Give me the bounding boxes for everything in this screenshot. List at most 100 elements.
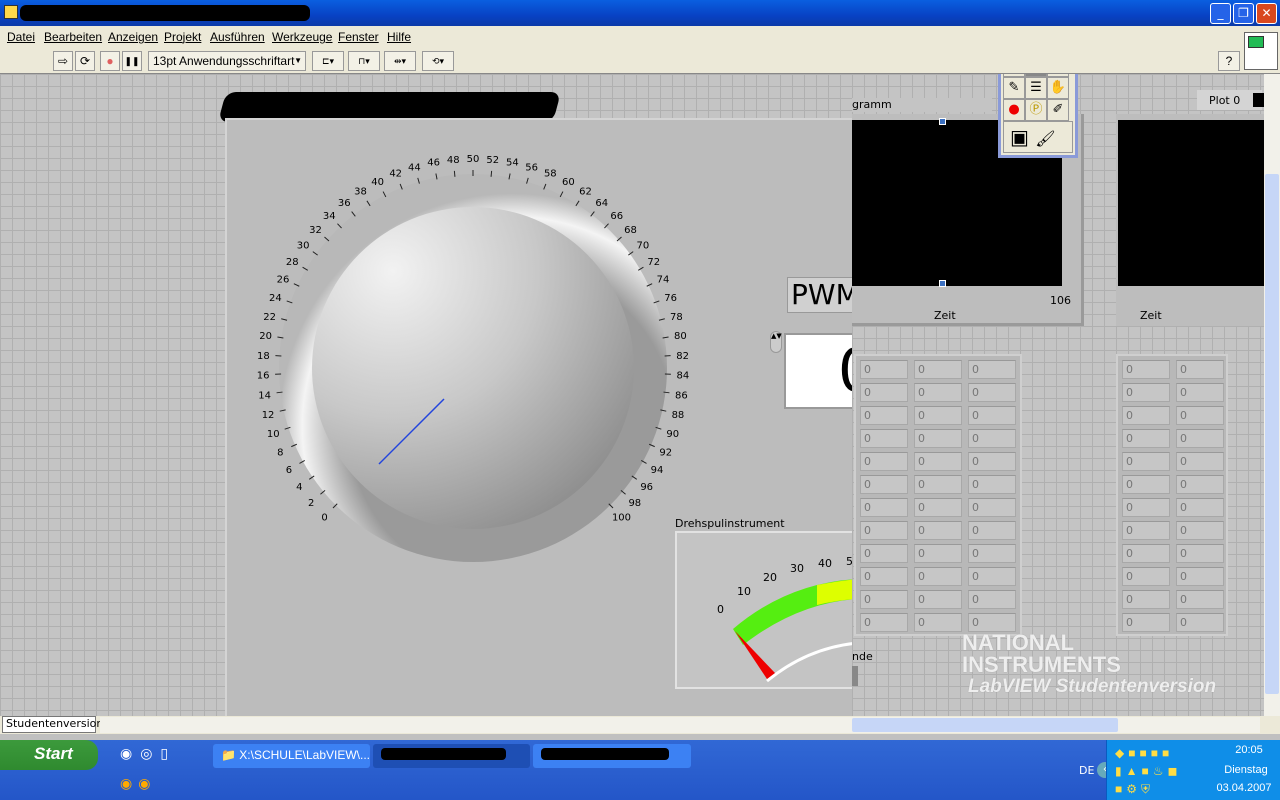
context-help-button[interactable]: ? (1218, 51, 1240, 71)
array-cell[interactable]: 0 (1122, 429, 1170, 448)
array-cell[interactable]: 0 (1122, 498, 1170, 517)
horizontal-scrollbar[interactable] (100, 717, 1260, 733)
quick-launch-row2[interactable]: ◉◉ (120, 776, 156, 792)
set-color-tool[interactable]: ▣ 🖌 (1003, 121, 1073, 153)
array-cell[interactable]: 0 (1122, 521, 1170, 540)
array-cell[interactable]: 0 (1176, 406, 1224, 425)
plot-legend[interactable]: Plot 0 (1197, 90, 1264, 110)
array-cell[interactable]: 0 (968, 498, 1016, 517)
array-cell[interactable]: 0 (860, 613, 908, 632)
array-cell[interactable]: 0 (914, 521, 962, 540)
abort-button[interactable]: ● (100, 51, 120, 71)
restore-button[interactable]: ❐ (1233, 3, 1254, 24)
array-cell[interactable]: 0 (914, 406, 962, 425)
horizontal-scroll-thumb[interactable] (852, 718, 1118, 732)
array-cell[interactable]: 0 (968, 452, 1016, 471)
distribute-objects-button[interactable]: ⊓▾ (348, 51, 380, 71)
menu-datei[interactable]: Datei (7, 30, 35, 44)
array-cell[interactable]: 0 (860, 383, 908, 402)
array-cell[interactable]: 0 (914, 613, 962, 632)
menu-projekt[interactable]: Projekt (164, 30, 201, 44)
array-cell[interactable]: 0 (968, 429, 1016, 448)
array-cell[interactable]: 0 (914, 544, 962, 563)
array-cell[interactable]: 0 (1176, 544, 1224, 563)
vertical-scroll-thumb[interactable] (1265, 174, 1279, 694)
quick-launch[interactable]: ◉◎▯ (120, 746, 176, 762)
taskbar-item-labview-redacted-2[interactable] (533, 744, 691, 768)
array-cell[interactable]: 0 (914, 452, 962, 471)
array-cell[interactable]: 0 (1122, 613, 1170, 632)
array-cell[interactable]: 0 (1176, 475, 1224, 494)
array-cell[interactable]: 0 (860, 452, 908, 471)
array-cell[interactable]: 0 (1122, 406, 1170, 425)
array-cell[interactable]: 0 (1176, 429, 1224, 448)
menu-werkzeuge[interactable]: Werkzeuge (272, 30, 332, 44)
array-cell[interactable]: 0 (914, 429, 962, 448)
connect-wire-tool[interactable]: ✎ (1003, 77, 1025, 99)
get-color-tool[interactable]: ✐ (1047, 99, 1069, 121)
array-cell[interactable]: 0 (914, 475, 962, 494)
array-cell[interactable]: 0 (860, 567, 908, 586)
array-cell[interactable]: 0 (860, 590, 908, 609)
resize-handle[interactable] (939, 118, 946, 125)
array-cell[interactable]: 0 (1122, 567, 1170, 586)
language-indicator[interactable]: DE (1079, 764, 1094, 777)
array-cell[interactable]: 0 (1176, 613, 1224, 632)
partial-control[interactable] (852, 666, 858, 686)
breakpoint-tool[interactable]: ● (1003, 99, 1025, 121)
array-cell[interactable]: 0 (914, 590, 962, 609)
array-cell[interactable]: 0 (968, 475, 1016, 494)
close-button[interactable]: ✕ (1256, 3, 1277, 24)
numeric-indicator[interactable]: 0 (784, 333, 854, 409)
array-cell[interactable]: 0 (914, 383, 962, 402)
array-cell[interactable]: 0 (1122, 590, 1170, 609)
align-objects-button[interactable]: ⊏▾ (312, 51, 344, 71)
menu-hilfe[interactable]: Hilfe (387, 30, 411, 44)
minimize-button[interactable]: _ (1210, 3, 1231, 24)
array-cell[interactable]: 0 (860, 360, 908, 379)
numeric-increment-decrement[interactable]: ▲▼ (770, 331, 782, 353)
array-cell[interactable]: 0 (1176, 498, 1224, 517)
shortcut-menu-tool[interactable]: ☰ (1025, 77, 1047, 99)
reorder-button[interactable]: ⟲▾ (422, 51, 454, 71)
array-cell[interactable]: 0 (860, 406, 908, 425)
array-cell[interactable]: 0 (1122, 452, 1170, 471)
array-cell[interactable]: 0 (860, 429, 908, 448)
array-cell[interactable]: 0 (968, 544, 1016, 563)
array-cell[interactable]: 0 (1122, 383, 1170, 402)
menu-fenster[interactable]: Fenster (338, 30, 379, 44)
start-button[interactable]: Start (0, 740, 98, 770)
run-button[interactable]: ⇨ (53, 51, 73, 71)
resize-objects-button[interactable]: ⇹▾ (384, 51, 416, 71)
array-cell[interactable]: 0 (860, 498, 908, 517)
pause-button[interactable]: ❚❚ (122, 51, 142, 71)
waveform-chart-2[interactable]: Zeit (1116, 114, 1264, 326)
array-cell[interactable]: 0 (968, 360, 1016, 379)
probe-tool[interactable]: Ⓟ (1025, 99, 1047, 121)
array-cell[interactable]: 0 (1176, 383, 1224, 402)
font-select[interactable]: 13pt Anwendungsschriftart ▼ (148, 51, 306, 71)
menu-bearbeiten[interactable]: Bearbeiten (44, 30, 102, 44)
clock-time[interactable]: 20:05 (1219, 744, 1279, 756)
array-cell[interactable]: 0 (914, 567, 962, 586)
array-cell[interactable]: 0 (968, 567, 1016, 586)
taskbar-item-explorer[interactable]: 📁 X:\SCHULE\LabVIEW\... (213, 744, 370, 768)
scroll-window-tool[interactable]: ✋ (1047, 77, 1069, 99)
resize-handle[interactable] (939, 280, 946, 287)
array-cell[interactable]: 0 (1122, 544, 1170, 563)
array-cell[interactable]: 0 (1176, 521, 1224, 540)
array-cell[interactable]: 0 (860, 521, 908, 540)
menu-ausfuehren[interactable]: Ausführen (210, 30, 265, 44)
array-cell[interactable]: 0 (914, 360, 962, 379)
menu-anzeigen[interactable]: Anzeigen (108, 30, 158, 44)
array-cell[interactable]: 0 (1176, 360, 1224, 379)
array-cell[interactable]: 0 (1122, 360, 1170, 379)
array-cell[interactable]: 0 (968, 521, 1016, 540)
taskbar-item-labview-redacted[interactable] (373, 744, 530, 768)
vertical-scrollbar[interactable] (1264, 74, 1280, 716)
array-cell[interactable]: 0 (914, 498, 962, 517)
array-cell[interactable]: 0 (1176, 452, 1224, 471)
array-cell[interactable]: 0 (1122, 475, 1170, 494)
array-cell[interactable]: 0 (1176, 567, 1224, 586)
array-cell[interactable]: 0 (968, 383, 1016, 402)
